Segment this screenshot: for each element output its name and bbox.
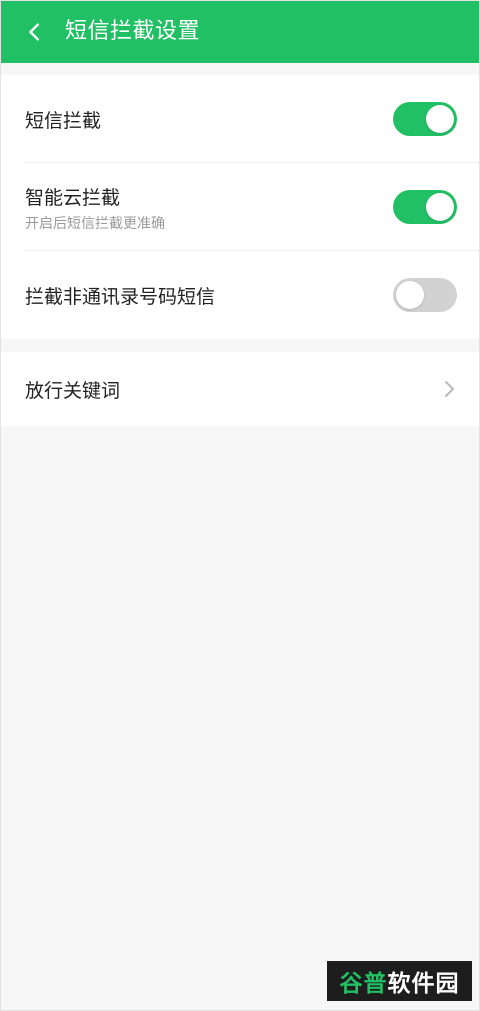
setting-subtitle: 开启后短信拦截更准确: [25, 216, 165, 232]
settings-card: 短信拦截 智能云拦截 开启后短信拦截更准确 拦截非通讯录号码短信: [1, 75, 479, 339]
sms-block-toggle[interactable]: [393, 102, 457, 136]
page-title: 短信拦截设置: [65, 19, 201, 44]
toggle-knob: [426, 193, 454, 221]
chevron-right-icon: [445, 381, 454, 397]
setting-row-sms-block: 短信拦截: [1, 75, 479, 163]
app-header: 短信拦截设置: [1, 1, 479, 63]
screen: 短信拦截设置 短信拦截 智能云拦截 开启后短信拦截更准确 拦截非通讯录号码短信 …: [0, 0, 480, 1011]
watermark-logo: 谷普 软件园: [327, 961, 472, 1001]
allow-keywords-row[interactable]: 放行关键词: [1, 352, 479, 426]
setting-label: 拦截非通讯录号码短信: [25, 286, 216, 308]
setting-row-block-non-contacts: 拦截非通讯录号码短信: [1, 251, 479, 339]
toggle-knob: [396, 281, 424, 309]
setting-row-smart-cloud-block: 智能云拦截 开启后短信拦截更准确: [1, 163, 479, 251]
allow-keywords-label: 放行关键词: [25, 380, 121, 402]
setting-label: 智能云拦截: [25, 187, 121, 209]
back-button[interactable]: [15, 12, 55, 52]
chevron-left-icon: [29, 23, 39, 41]
watermark-text-a: 谷普: [339, 971, 388, 997]
watermark-text-b: 软件园: [387, 971, 460, 997]
block-non-contacts-toggle[interactable]: [393, 278, 457, 312]
toggle-knob: [426, 105, 454, 133]
smart-cloud-block-toggle[interactable]: [393, 190, 457, 224]
setting-label: 短信拦截: [25, 110, 102, 132]
